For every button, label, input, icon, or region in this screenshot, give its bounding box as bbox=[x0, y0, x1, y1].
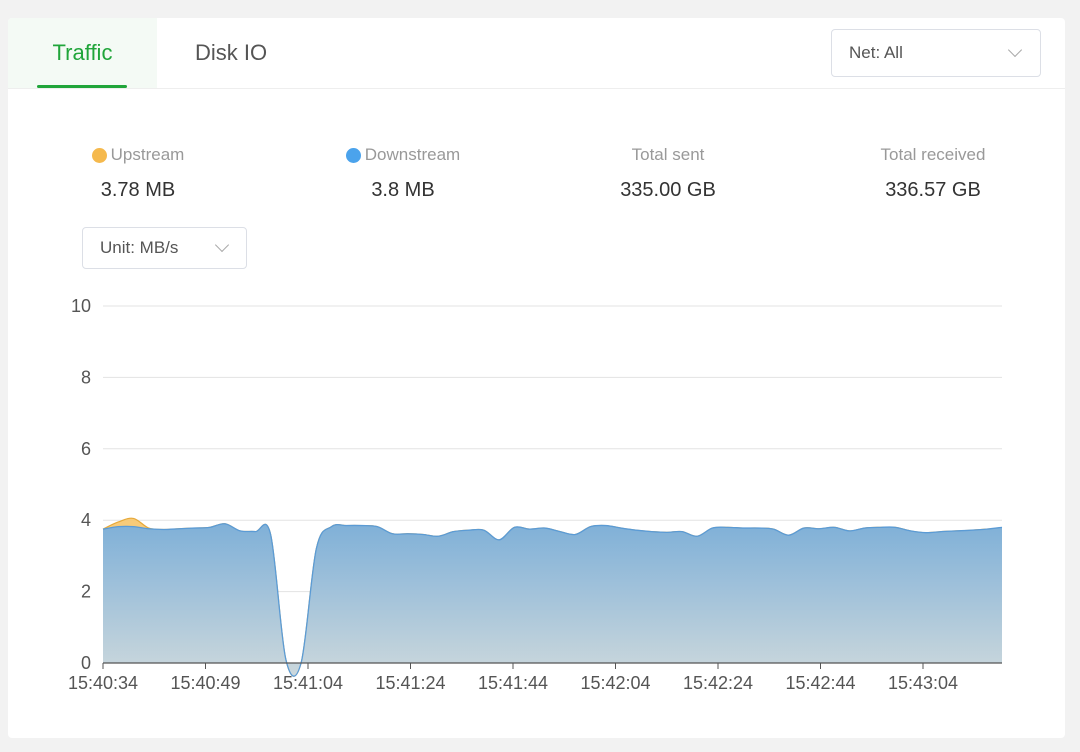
x-tick-label: 15:41:44 bbox=[478, 673, 548, 693]
y-tick-label: 8 bbox=[81, 367, 91, 387]
y-tick-label: 10 bbox=[71, 296, 91, 316]
x-tick-label: 15:42:44 bbox=[785, 673, 855, 693]
traffic-panel: Traffic Disk IO Net: All Upstream 3.78 M… bbox=[8, 18, 1065, 738]
x-tick-label: 15:40:34 bbox=[68, 673, 138, 693]
x-tick-label: 15:42:24 bbox=[683, 673, 753, 693]
y-tick-label: 6 bbox=[81, 439, 91, 459]
x-tick-label: 15:43:04 bbox=[888, 673, 958, 693]
traffic-chart: 0 2 4 6 8 10 15:40:34 15:40:49 15:41:04 15:41:24 1… bbox=[68, 296, 1003, 693]
y-tick-label: 4 bbox=[81, 510, 91, 530]
y-tick-label: 0 bbox=[81, 653, 91, 673]
y-tick-label: 2 bbox=[81, 582, 91, 602]
x-tick-label: 15:41:04 bbox=[273, 673, 343, 693]
x-tick-label: 15:41:24 bbox=[375, 673, 445, 693]
x-tick-label: 15:40:49 bbox=[170, 673, 240, 693]
x-tick-label: 15:42:04 bbox=[580, 673, 650, 693]
downstream-area bbox=[103, 523, 1002, 677]
